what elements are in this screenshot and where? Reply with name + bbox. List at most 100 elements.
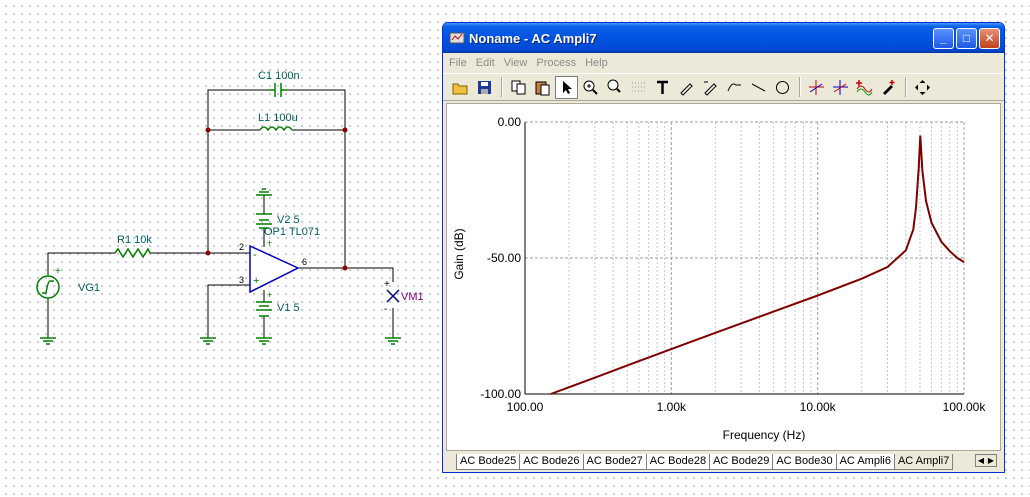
vm1-minus: - (384, 304, 387, 315)
tab-ac-bode29[interactable]: AC Bode29 (709, 454, 774, 470)
cursor-b-button[interactable] (829, 76, 852, 99)
diagram-window[interactable]: Noname - AC Ampli7 _ □ ✕ File Edit View … (442, 22, 1005, 473)
x-tick-label: 1.00k (657, 400, 687, 414)
tab-ac-bode27[interactable]: AC Bode27 (582, 454, 647, 470)
junction-dot (205, 127, 211, 133)
zoom-100-button[interactable] (603, 76, 626, 99)
zoom-in-button[interactable] (579, 76, 602, 99)
x-tick-label: 10.00k (800, 400, 837, 414)
opamp-minus: - (253, 249, 257, 261)
pointer-button[interactable] (555, 75, 578, 99)
tab-scroll[interactable]: ◀ ▶ (975, 454, 997, 467)
save-button[interactable] (473, 76, 496, 99)
menu-file[interactable]: File (449, 57, 467, 69)
vm1-label: VM1 (401, 291, 424, 303)
toolbar-separator (905, 77, 907, 97)
signal-generator-vg1[interactable] (36, 275, 60, 299)
pin3-label: 3 (239, 275, 244, 285)
y-tick-label: -50.00 (487, 251, 521, 265)
pen2-icon (704, 81, 717, 96)
menu-process[interactable]: Process (536, 57, 576, 69)
junction-dot (342, 265, 348, 271)
ground-icon (200, 337, 216, 345)
scroll-right-icon[interactable]: ▶ (986, 455, 996, 466)
y-axis-label: Gain (dB) (452, 228, 466, 279)
capacitor-c1[interactable] (268, 83, 288, 97)
grid-button[interactable] (627, 76, 650, 99)
pin6-label: 6 (302, 257, 307, 267)
pick-color-icon (883, 79, 895, 95)
toolbar-separator (501, 77, 503, 97)
tab-ac-bode25[interactable]: AC Bode25 (456, 454, 521, 470)
vm1-plus: + (384, 279, 390, 290)
copy-button[interactable] (507, 76, 530, 99)
junction-dot (342, 127, 348, 133)
bode-chart[interactable]: 100.00 1.00k 10.00k 100.00k 0.00 -50.00 -100.0… (447, 104, 1000, 450)
line-button[interactable] (747, 76, 770, 99)
cursor-a-button[interactable] (805, 76, 828, 99)
vg1-plus: + (55, 266, 61, 277)
minimize-button[interactable]: _ (933, 27, 954, 49)
tab-ac-ampli6[interactable]: AC Ampli6 (835, 454, 895, 470)
paste-button[interactable] (531, 76, 554, 99)
line-icon (751, 83, 766, 91)
op1-label: OP1 TL071 (264, 226, 320, 238)
cursor-b-icon (833, 79, 848, 95)
open-button[interactable] (449, 76, 472, 99)
scroll-left-icon[interactable]: ◀ (976, 455, 986, 466)
app-icon (449, 32, 465, 44)
v1-label: V1 5 (277, 302, 300, 314)
x-tick-label: 100.00 (507, 400, 544, 414)
pen-button[interactable] (675, 76, 698, 99)
opamp-vee-plus: + (267, 290, 272, 300)
schematic-canvas[interactable]: C1 100n L1 100u R1 10k + VG1 2 3 6 - + +… (0, 0, 440, 497)
arrows-button[interactable] (911, 76, 934, 99)
c1-label: C1 100n (258, 70, 300, 82)
circle-button[interactable] (771, 76, 794, 99)
voltmeter-vm1[interactable] (386, 289, 400, 303)
maximize-button[interactable]: □ (956, 27, 977, 49)
wire-output[interactable] (298, 267, 394, 338)
grid-icon (632, 82, 645, 91)
resistor-r1[interactable] (114, 247, 151, 259)
add-curve-button[interactable] (853, 76, 876, 99)
menu-view[interactable]: View (504, 57, 528, 69)
tab-ac-ampli7[interactable]: AC Ampli7 (893, 454, 954, 470)
window-title: Noname - AC Ampli7 (469, 30, 597, 46)
cursor-a-icon (809, 79, 824, 95)
wire-input[interactable] (47, 252, 250, 275)
tab-bar: AC Bode25 AC Bode26 AC Bode27 AC Bode28 … (446, 452, 1001, 470)
tab-ac-bode28[interactable]: AC Bode28 (645, 454, 711, 470)
r1-label: R1 10k (117, 234, 152, 246)
tab-ac-bode26[interactable]: AC Bode26 (519, 454, 584, 470)
menu-help[interactable]: Help (585, 57, 608, 69)
pen-icon (680, 82, 693, 96)
maximize-icon: □ (962, 31, 971, 45)
paste-icon (535, 81, 550, 95)
copy-icon (511, 80, 526, 94)
text-button[interactable] (651, 76, 674, 99)
tab-ac-bode30[interactable]: AC Bode30 (772, 454, 837, 470)
title-bar[interactable]: Noname - AC Ampli7 _ □ ✕ (443, 23, 1004, 53)
ground-icon (256, 188, 272, 196)
opamp-plus: + (253, 275, 259, 287)
menu-edit[interactable]: Edit (476, 57, 495, 69)
toolbar (443, 73, 1004, 101)
inductor-l1[interactable] (259, 126, 293, 132)
zoom-100-icon (607, 79, 621, 93)
x-tick-label: 100.00k (943, 400, 987, 414)
battery-v1[interactable] (256, 301, 272, 317)
pen2-button[interactable] (699, 76, 722, 99)
zoom-in-icon (583, 80, 598, 95)
ground-icon (256, 337, 272, 345)
plot-area[interactable]: 100.00 1.00k 10.00k 100.00k 0.00 -50.00 -100.0… (446, 103, 1001, 451)
step-button[interactable] (723, 76, 746, 99)
close-button[interactable]: ✕ (979, 27, 1000, 49)
open-icon (452, 83, 468, 94)
text-icon (657, 80, 668, 94)
menu-bar: File Edit View Process Help (443, 53, 1004, 73)
wire-noninverting[interactable] (207, 284, 250, 338)
step-icon (727, 82, 741, 91)
pick-color-button[interactable] (877, 76, 900, 99)
add-curve-icon (856, 79, 873, 95)
